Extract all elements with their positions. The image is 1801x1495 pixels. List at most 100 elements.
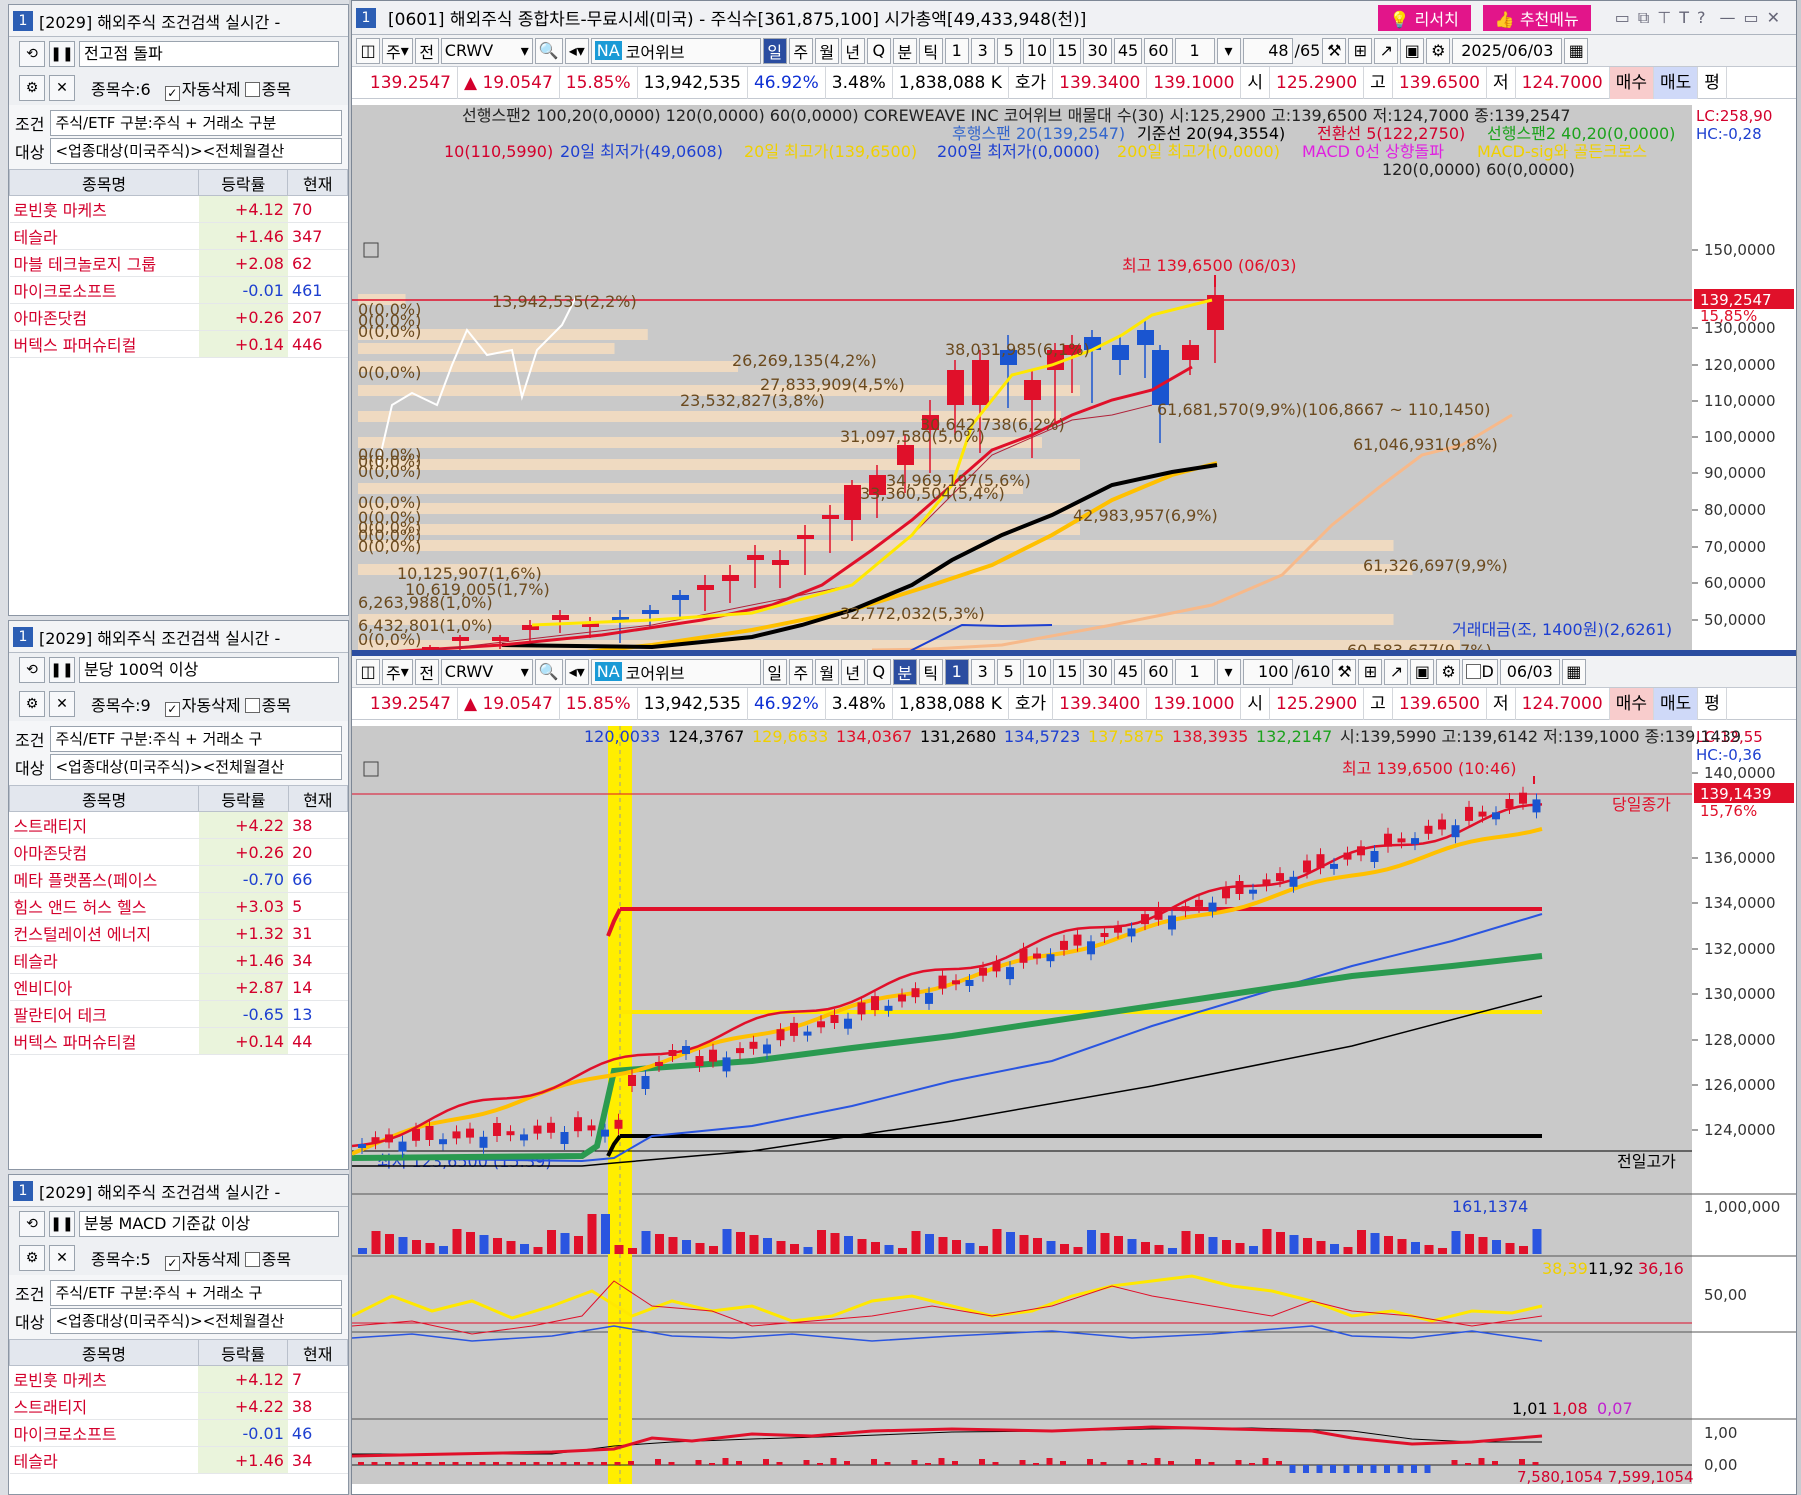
stock-name[interactable]: 로빈훗 마케츠 <box>9 195 199 223</box>
sound-icon[interactable]: ◂▾ <box>564 658 589 685</box>
list-item[interactable]: 아마존닷컴 +0.26 207 <box>9 303 348 331</box>
period-month-button[interactable]: 월 <box>814 37 839 64</box>
refresh-icon[interactable]: ⟲ <box>19 657 45 683</box>
auto-delete-checkbox[interactable]: ✓ 자동삭제 <box>164 1246 241 1271</box>
interval-45-button[interactable]: 45 <box>1113 37 1143 64</box>
stock-name[interactable]: 아마존닷컴 <box>9 838 199 866</box>
column-header[interactable]: 종목명 <box>9 1339 199 1366</box>
interval-60-button[interactable]: 60 <box>1144 37 1173 64</box>
ticker-input[interactable]: CRWV ▾ <box>440 658 533 685</box>
list-item[interactable]: 로빈훗 마케츠 +4.12 7 <box>9 1365 348 1393</box>
average-button[interactable]: 평 <box>1698 687 1727 720</box>
stock-name-field[interactable]: NA 코어위브 <box>590 658 761 685</box>
stock-name[interactable]: 마이크로소프트 <box>9 1419 199 1447</box>
pause-icon[interactable]: ❚❚ <box>49 1211 75 1237</box>
close-icon[interactable]: ✕ <box>49 75 75 101</box>
column-header[interactable]: 현재 <box>287 785 349 812</box>
auto-delete-checkbox[interactable]: ✓ 자동삭제 <box>164 692 241 717</box>
list-item[interactable]: 마이크로소프트 -0.01 461 <box>9 276 348 304</box>
interval-custom-input[interactable]: 1 <box>1174 37 1215 64</box>
window-title-bar[interactable]: 1 [0601] 해외주식 종합차트-무료시세(미국) - 주식수[361,87… <box>352 1 1796 35</box>
interval-30-button[interactable]: 30 <box>1083 658 1112 685</box>
interval-45-button[interactable]: 45 <box>1113 658 1143 685</box>
minute-candle-chart[interactable]: 140,0000 136,0000 134,0000 132,0000 130,0000… <box>352 726 1796 1484</box>
interval-custom-input[interactable]: 1 <box>1174 658 1215 685</box>
period-day-button[interactable]: 일 <box>762 658 787 685</box>
data-count-input[interactable]: 100 <box>1242 658 1293 685</box>
sound-icon[interactable]: ◂▾ <box>564 37 589 64</box>
list-item[interactable]: 테슬라 +1.46 34 <box>9 946 348 974</box>
tools-icon[interactable]: ⚒ <box>1322 37 1347 64</box>
daily-candle-chart[interactable]: 150,0000130,0000120,0000110,0000100,0000… <box>352 105 1796 650</box>
layout-icon[interactable]: ⊞ <box>1348 37 1373 64</box>
gear-icon[interactable]: ⚙ <box>1426 37 1451 64</box>
stock-name[interactable]: 테슬라 <box>9 946 199 974</box>
panel-title-bar[interactable]: 1 [2029] 해외주식 조건검색 실시간 - <box>9 621 348 653</box>
calendar-icon[interactable]: ▦ <box>1561 658 1586 685</box>
sell-button[interactable]: 매도 <box>1653 687 1699 720</box>
market-select[interactable]: 전 <box>414 37 439 64</box>
stock-name[interactable]: 아마존닷컴 <box>9 303 199 331</box>
cond-field[interactable]: 주식/ETF 구분:주식 + 거래소 구 <box>50 1280 342 1306</box>
condition-name-field[interactable]: 분당 100억 이상 <box>79 657 339 683</box>
pause-icon[interactable]: ❚❚ <box>49 41 75 67</box>
research-button[interactable]: 💡 리서치 <box>1377 4 1471 31</box>
refresh-icon[interactable]: ⟲ <box>19 41 45 67</box>
save-icon[interactable]: ▣ <box>1400 37 1425 64</box>
list-item[interactable]: 아마존닷컴 +0.26 20 <box>9 838 348 866</box>
stock-name[interactable]: 엔비디아 <box>9 973 199 1001</box>
period-quarter-button[interactable]: Q <box>866 37 891 64</box>
period-minute-button[interactable]: 분 <box>892 658 917 685</box>
calendar-icon[interactable]: ▦ <box>1564 37 1589 64</box>
interval-1-button[interactable]: 1 <box>944 37 969 64</box>
auto-delete-checkbox[interactable]: ✓ 자동삭제 <box>164 76 241 101</box>
stock-name[interactable]: 힘스 앤드 허스 헬스 <box>9 892 199 920</box>
list-item[interactable]: 테슬라 +1.46 34 <box>9 1446 348 1474</box>
column-header[interactable]: 등락률 <box>198 169 289 196</box>
interval-15-button[interactable]: 15 <box>1053 658 1082 685</box>
stock-type-select[interactable]: 주 ▾ <box>382 37 413 64</box>
condition-name-field[interactable]: 분봉 MACD 기준값 이상 <box>79 1211 339 1237</box>
interval-3-button[interactable]: 3 <box>970 658 995 685</box>
interval-5-button[interactable]: 5 <box>996 658 1021 685</box>
period-year-button[interactable]: 년 <box>840 658 865 685</box>
stock-name[interactable]: 버텍스 파머슈티컬 <box>9 330 199 358</box>
stock-name[interactable]: 로빈훗 마케츠 <box>9 1365 199 1393</box>
stock-name[interactable]: 팔란티어 테크 <box>9 1000 199 1028</box>
search-icon[interactable]: 🔍 <box>534 37 563 64</box>
buy-button[interactable]: 매수 <box>1609 66 1654 99</box>
pause-icon[interactable]: ❚❚ <box>49 657 75 683</box>
interval-1-button[interactable]: 1 <box>944 658 969 685</box>
column-header[interactable]: 종목명 <box>8 785 200 812</box>
average-button[interactable]: 평 <box>1698 66 1727 99</box>
sell-button[interactable]: 매도 <box>1653 66 1699 99</box>
extra-checkbox[interactable]: 종목 <box>244 76 291 100</box>
column-header[interactable]: 현재 <box>287 169 348 196</box>
buy-button[interactable]: 매수 <box>1609 687 1654 720</box>
data-count-input[interactable]: 48 <box>1242 37 1293 64</box>
list-item[interactable]: 버텍스 파머슈티컬 +0.14 44 <box>9 1027 348 1055</box>
target-field[interactable]: <업종대상(미국주식)><전체월결산 <box>50 138 342 164</box>
column-header[interactable]: 등락률 <box>198 785 289 812</box>
recommend-menu-button[interactable]: 👍 추천메뉴 <box>1482 4 1591 31</box>
list-item[interactable]: 마이크로소프트 -0.01 46 <box>9 1419 348 1447</box>
search-icon[interactable]: 🔍 <box>534 658 563 685</box>
gear-icon[interactable]: ⚙ <box>19 1245 45 1271</box>
extra-checkbox[interactable]: 종목 <box>244 1246 291 1270</box>
panel-title-bar[interactable]: 1 [2029] 해외주식 조건검색 실시간 - <box>9 5 348 37</box>
list-item[interactable]: 로빈훗 마케츠 +4.12 70 <box>9 195 348 223</box>
interval-10-button[interactable]: 10 <box>1022 37 1052 64</box>
stock-name[interactable]: 마이크로소프트 <box>9 276 199 304</box>
chart-type-icon[interactable]: ◫ <box>356 37 380 64</box>
extra-checkbox[interactable]: 종목 <box>244 692 291 716</box>
list-item[interactable]: 팔란티어 테크 -0.65 13 <box>9 1000 348 1028</box>
trend-icon[interactable]: ↗ <box>1384 658 1409 685</box>
interval-10-button[interactable]: 10 <box>1022 658 1052 685</box>
minute-chart-area[interactable]: 140,0000 136,0000 134,0000 132,0000 130,0000… <box>352 726 1796 1484</box>
tools-icon[interactable]: ⚒ <box>1332 658 1357 685</box>
period-year-button[interactable]: 년 <box>840 37 865 64</box>
stock-name[interactable]: 메타 플랫폼스(페이스 <box>9 865 199 893</box>
interval-30-button[interactable]: 30 <box>1083 37 1112 64</box>
stock-name[interactable]: 스트래티지 <box>9 811 199 839</box>
stock-name[interactable]: 테슬라 <box>9 222 199 250</box>
